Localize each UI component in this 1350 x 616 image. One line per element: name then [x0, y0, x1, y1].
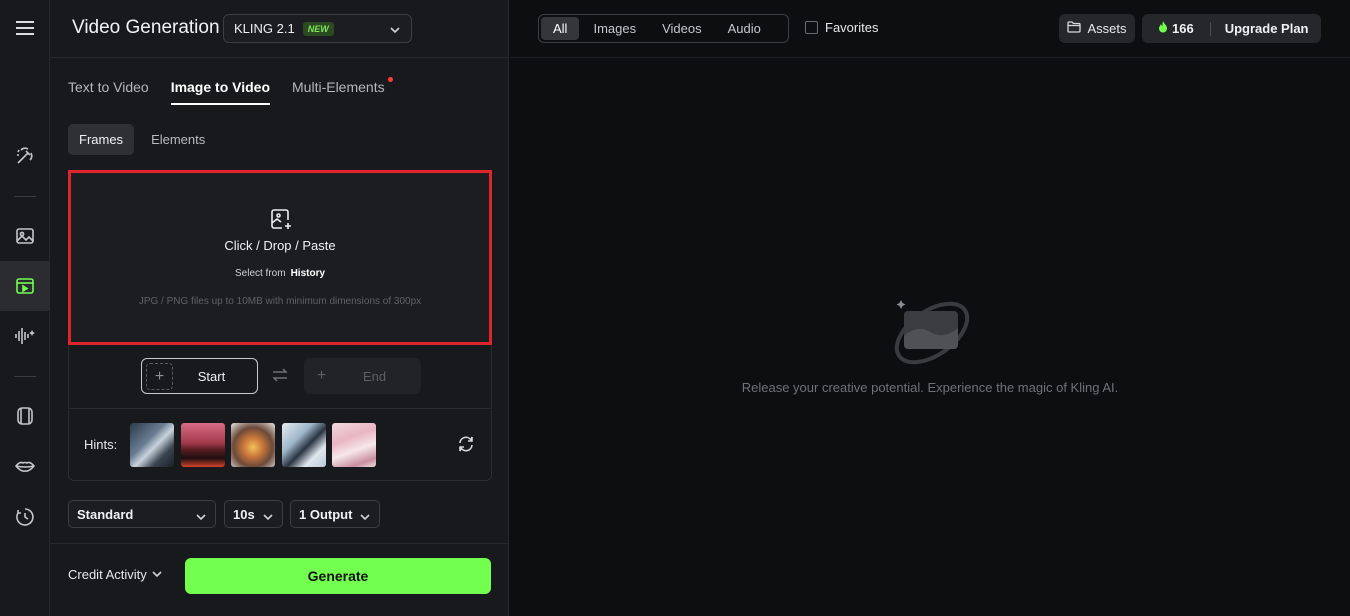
mode-select-value: Standard	[77, 506, 134, 522]
sub-tabs: Frames Elements	[68, 124, 216, 155]
app-root: Video Generation KLING 2.1 NEW Text to V…	[0, 0, 1350, 616]
hint-thumbnail[interactable]	[332, 423, 376, 467]
favorites-checkbox[interactable]	[805, 21, 818, 34]
folder-icon	[1067, 21, 1082, 36]
output-count-select[interactable]: 1 Output	[290, 500, 380, 528]
filter-all[interactable]: All	[541, 17, 580, 40]
end-frame-label: End	[362, 368, 387, 384]
audio-icon[interactable]	[0, 311, 50, 361]
menu-icon[interactable]	[0, 3, 50, 53]
hint-thumbnail[interactable]	[231, 423, 275, 467]
empty-state-illustration	[890, 296, 970, 375]
rail-divider	[14, 196, 36, 197]
subtab-frames[interactable]: Frames	[68, 124, 135, 155]
new-badge: NEW	[302, 21, 334, 36]
mode-select[interactable]: Standard	[68, 500, 216, 528]
plan-bar: 166 Upgrade Plan	[1142, 14, 1321, 43]
notification-dot	[387, 77, 393, 82]
duration-select[interactable]: 10s	[224, 500, 283, 528]
page-title: Video Generation	[72, 17, 220, 38]
upload-requirements: JPG / PNG files up to 10MB with minimum …	[138, 296, 422, 307]
swap-icon[interactable]	[272, 368, 288, 387]
assets-label: Assets	[1087, 21, 1127, 36]
generate-button[interactable]: Generate	[185, 558, 491, 594]
credit-activity-label: Credit Activity	[68, 567, 147, 582]
avatar-icon[interactable]	[0, 391, 50, 441]
hint-thumbnail[interactable]	[130, 423, 174, 467]
credit-activity-dropdown[interactable]: Credit Activity	[68, 567, 163, 582]
end-frame-button[interactable]: + End	[304, 358, 421, 394]
upgrade-plan-button[interactable]: Upgrade Plan	[1225, 21, 1309, 36]
left-rail	[0, 0, 50, 616]
history-icon[interactable]	[0, 492, 50, 542]
credits-count: 166	[1172, 21, 1194, 36]
flame-icon	[1158, 21, 1168, 36]
refresh-icon[interactable]	[457, 435, 475, 458]
plan-divider	[1209, 21, 1211, 36]
upload-main-text: Click / Drop / Paste	[224, 238, 336, 253]
chevron-down-icon	[151, 567, 163, 582]
image-upload-area[interactable]: Click / Drop / Paste Select from History …	[68, 170, 492, 345]
output-count-value: 1 Output	[299, 506, 353, 522]
filter-audio[interactable]: Audio	[716, 17, 773, 40]
favorites-label: Favorites	[825, 20, 879, 35]
upload-image-icon	[269, 207, 293, 236]
footer-divider	[50, 543, 509, 544]
tab-multi-elements-label: Multi-Elements	[292, 79, 385, 95]
mode-tabs: Text to Video Image to Video Multi-Eleme…	[68, 77, 393, 105]
hints-label: Hints:	[84, 437, 118, 452]
start-frame-button[interactable]: + Start	[141, 358, 258, 394]
filter-videos[interactable]: Videos	[650, 17, 714, 40]
tab-text-to-video[interactable]: Text to Video	[68, 79, 149, 105]
hint-thumbnail[interactable]	[282, 423, 326, 467]
hint-thumbnail[interactable]	[181, 423, 225, 467]
favorites-toggle[interactable]: Favorites	[805, 20, 878, 35]
empty-state-text: Release your creative potential. Experie…	[741, 380, 1119, 395]
chevron-down-icon	[195, 510, 207, 525]
hints-divider	[69, 408, 491, 409]
model-select[interactable]: KLING 2.1 NEW	[223, 14, 412, 43]
tab-image-to-video[interactable]: Image to Video	[170, 79, 271, 105]
subtab-elements[interactable]: Elements	[140, 124, 216, 155]
chevron-down-icon	[262, 510, 274, 525]
media-filter: All Images Videos Audio	[538, 14, 789, 43]
tab-multi-elements[interactable]: Multi-Elements	[292, 77, 393, 105]
chevron-down-icon	[359, 510, 371, 525]
assets-button[interactable]: Assets	[1059, 14, 1135, 43]
upload-select-prefix: Select from	[234, 268, 286, 279]
credits-balance[interactable]: 166	[1142, 21, 1194, 36]
upload-select-line: Select from History	[71, 268, 489, 279]
filter-images[interactable]: Images	[581, 17, 648, 40]
rail-divider	[14, 376, 36, 377]
duration-select-value: 10s	[233, 506, 255, 522]
generation-panel: Video Generation KLING 2.1 NEW Text to V…	[50, 0, 509, 616]
frames-box: + Start + End Hints:	[68, 345, 492, 481]
magic-wand-icon[interactable]	[0, 131, 50, 181]
topbar-divider	[510, 57, 1350, 58]
start-frame-label: Start	[197, 368, 226, 384]
model-name: KLING 2.1	[234, 21, 295, 36]
lips-icon[interactable]	[0, 441, 50, 491]
history-link[interactable]: History	[291, 268, 325, 279]
chevron-down-icon	[389, 23, 401, 38]
video-icon[interactable]	[0, 261, 50, 311]
header-divider	[50, 57, 509, 58]
image-icon[interactable]	[0, 211, 50, 261]
